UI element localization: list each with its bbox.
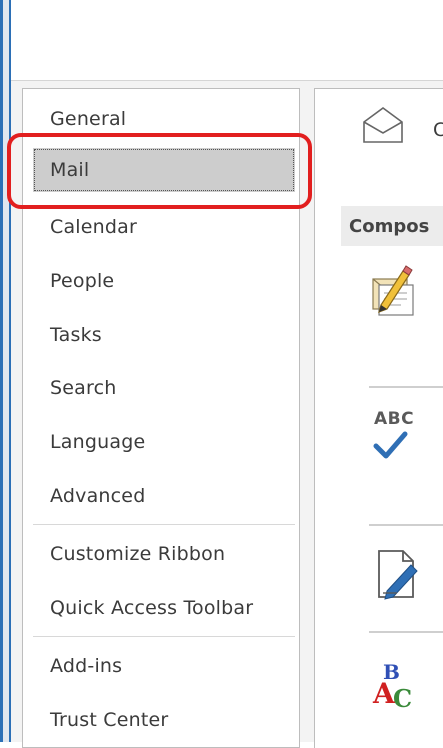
nav-item-tasks[interactable]: Tasks <box>33 313 295 357</box>
nav-item-label: General <box>50 108 127 130</box>
nav-item-label: Advanced <box>50 485 146 507</box>
outlook-options-window: General Mail Calendar People Tasks Searc… <box>0 0 443 748</box>
signature-icon <box>378 550 418 600</box>
window-edge <box>0 0 11 742</box>
message-arrival-partial-text: C <box>433 119 443 141</box>
section-title: Compos <box>349 215 430 237</box>
mail-options-panel: C Compos ABC <box>314 88 443 748</box>
nav-item-label: Search <box>50 377 117 399</box>
nav-item-language[interactable]: Language <box>33 420 295 464</box>
nav-item-label: People <box>50 270 115 292</box>
nav-item-trust-center[interactable]: Trust Center <box>33 698 295 742</box>
nav-item-customize-ribbon[interactable]: Customize Ribbon <box>33 532 295 576</box>
nav-item-advanced[interactable]: Advanced <box>33 474 295 518</box>
spelling-icon-text: ABC <box>374 409 415 429</box>
nav-item-label: Calendar <box>50 216 138 238</box>
nav-item-label: Mail <box>50 159 90 181</box>
nav-separator <box>33 524 295 525</box>
nav-item-quick-access-toolbar[interactable]: Quick Access Toolbar <box>33 586 295 630</box>
title-area <box>11 0 443 81</box>
nav-item-label: Add-ins <box>50 655 123 677</box>
nav-item-people[interactable]: People <box>33 259 295 303</box>
nav-separator <box>33 636 295 637</box>
nav-item-label: Tasks <box>50 324 102 346</box>
svg-text:C: C <box>393 684 412 713</box>
compose-icon <box>372 265 414 316</box>
nav-item-label: Quick Access Toolbar <box>50 597 254 619</box>
nav-item-general[interactable]: General <box>33 97 295 141</box>
options-nav: General Mail Calendar People Tasks Searc… <box>22 88 300 748</box>
section-divider <box>369 631 443 633</box>
spelling-check-icon: ABC <box>372 409 422 465</box>
section-divider <box>369 386 443 388</box>
autocorrect-icon: B A C <box>372 660 412 713</box>
envelope-icon <box>363 107 403 143</box>
nav-item-add-ins[interactable]: Add-ins <box>33 644 295 688</box>
check-mark <box>373 431 408 459</box>
nav-item-search[interactable]: Search <box>33 366 295 410</box>
nav-item-label: Customize Ribbon <box>50 543 226 565</box>
nav-item-label: Trust Center <box>50 709 169 731</box>
nav-item-calendar[interactable]: Calendar <box>33 205 295 249</box>
section-divider <box>369 524 443 526</box>
window-edge-inner <box>3 0 9 742</box>
nav-item-label: Language <box>50 431 146 453</box>
compose-section-header: Compos <box>341 206 443 246</box>
nav-item-mail[interactable]: Mail <box>33 148 295 192</box>
